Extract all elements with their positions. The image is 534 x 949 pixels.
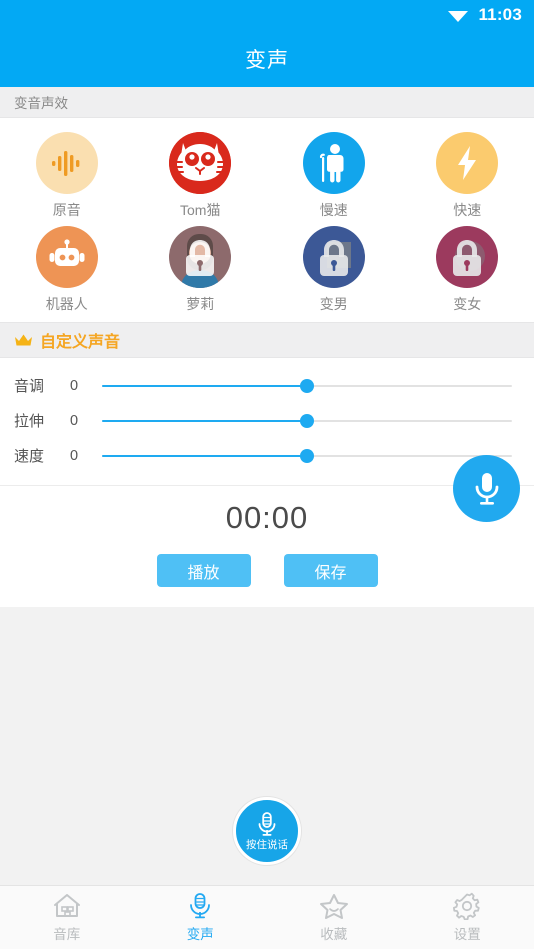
- slider-fill: [102, 384, 307, 387]
- slider-label: 拉伸: [14, 413, 45, 430]
- microphone-icon: [258, 812, 276, 836]
- effect-item-tom-cat[interactable]: Tom猫: [134, 132, 268, 220]
- effect-label: 慢速: [319, 202, 348, 218]
- nav-item-settings[interactable]: 设置: [401, 886, 534, 949]
- lock-icon: [319, 240, 348, 276]
- lock-overlay: [436, 226, 498, 288]
- lock-overlay: [303, 226, 365, 288]
- lock-overlay: [169, 226, 231, 288]
- wifi-icon: [447, 7, 469, 23]
- effect-icon-circle: [35, 226, 98, 288]
- slider-fill: [102, 419, 307, 422]
- slider-label: 速度: [14, 448, 45, 465]
- effect-label: 快速: [453, 202, 482, 218]
- effect-label: 机器人: [45, 296, 88, 312]
- nav-item-voice-changer[interactable]: 变声: [134, 886, 268, 949]
- slider-label: 音调: [14, 378, 45, 395]
- effect-item-loli[interactable]: 萝莉: [134, 226, 268, 314]
- effect-label: 变女: [453, 296, 482, 312]
- effect-label: 萝莉: [186, 296, 215, 312]
- microphone-icon: [190, 893, 211, 919]
- speed-slider[interactable]: [102, 447, 512, 465]
- effect-item-male[interactable]: 变男: [267, 226, 401, 314]
- effect-icon-circle: [436, 132, 499, 194]
- effect-label: Tom猫: [180, 202, 221, 218]
- slider-row-speed: 速度 0: [14, 438, 512, 473]
- lightning-icon: [458, 146, 477, 180]
- save-button[interactable]: 保存: [283, 554, 378, 587]
- effect-icon-circle: [169, 132, 232, 194]
- custom-voice-section-title: 自定义声音: [40, 334, 121, 351]
- custom-voice-section-header: 自定义声音: [0, 322, 534, 358]
- elderly-man-icon: [319, 144, 344, 183]
- slider-value: 0: [70, 412, 79, 429]
- slider-fill: [102, 454, 307, 457]
- custom-voice-sliders: 音调 0 拉伸 0 速度 0: [0, 358, 534, 485]
- star-icon: [319, 894, 348, 919]
- effect-item-robot[interactable]: 机器人: [0, 226, 134, 314]
- bottom-navigation: 音库 变声 收藏 设置: [0, 885, 534, 949]
- effects-section-header: 变音声效: [0, 87, 534, 118]
- slider-row-pitch: 音调 0: [14, 368, 512, 403]
- crown-icon: [14, 333, 33, 348]
- effect-icon-circle: [436, 226, 499, 288]
- waveform-icon: [51, 151, 80, 176]
- push-to-talk-label: 按住说话: [246, 839, 288, 852]
- slider-thumb[interactable]: [300, 448, 314, 463]
- effect-label: 变男: [319, 296, 348, 312]
- effect-icon-circle: [169, 226, 232, 288]
- effect-icon-circle: [302, 226, 365, 288]
- nav-item-sound-library[interactable]: 音库: [0, 886, 134, 949]
- lock-icon: [453, 240, 482, 276]
- play-button[interactable]: 播放: [156, 554, 251, 587]
- app-bar: 变声: [0, 30, 534, 87]
- page-title: 变声: [245, 48, 289, 72]
- recording-timer: 00:00: [225, 500, 309, 535]
- gear-icon: [453, 892, 480, 920]
- effect-item-slow[interactable]: 慢速: [267, 132, 401, 220]
- voice-effects-grid: 原音 Tom猫 慢速 快速 机器人 萝莉 变男 变女: [0, 118, 534, 322]
- effect-icon-circle: [302, 132, 365, 194]
- nav-label: 音库: [53, 927, 81, 942]
- status-time: 11:03: [478, 5, 522, 24]
- empty-area: 按住说话: [0, 607, 534, 885]
- home-icon: [53, 894, 80, 917]
- lock-icon: [186, 240, 215, 276]
- status-bar: 11:03: [0, 0, 534, 30]
- nav-item-favorites[interactable]: 收藏: [267, 886, 401, 949]
- slider-value: 0: [70, 377, 79, 394]
- nav-label: 收藏: [320, 927, 348, 942]
- record-fab-button[interactable]: [453, 455, 520, 522]
- stretch-slider[interactable]: [102, 412, 512, 430]
- effect-item-fast[interactable]: 快速: [401, 132, 534, 220]
- slider-row-stretch: 拉伸 0: [14, 403, 512, 438]
- effect-icon-circle: [35, 132, 98, 194]
- push-to-talk-button[interactable]: 按住说话: [233, 797, 301, 865]
- cat-face-icon: [169, 132, 232, 194]
- slider-value: 0: [70, 447, 79, 464]
- effect-item-original[interactable]: 原音: [0, 132, 134, 220]
- slider-thumb[interactable]: [300, 378, 314, 393]
- app-screen: 11:03 变声 变音声效 原音 Tom猫 慢速 快速 机器人 萝莉 变男 变女…: [0, 0, 534, 949]
- recorder-panel: 00:00 播放 保存: [0, 485, 534, 607]
- microphone-icon: [475, 472, 498, 505]
- effects-section-title: 变音声效: [14, 96, 68, 111]
- nav-label: 设置: [453, 927, 481, 942]
- effect-label: 原音: [52, 202, 81, 218]
- effect-item-female[interactable]: 变女: [401, 226, 534, 314]
- slider-thumb[interactable]: [300, 413, 314, 428]
- pitch-slider[interactable]: [102, 377, 512, 395]
- robot-icon: [49, 239, 85, 266]
- nav-label: 变声: [186, 927, 214, 942]
- recorder-actions: 播放 保存: [0, 554, 534, 587]
